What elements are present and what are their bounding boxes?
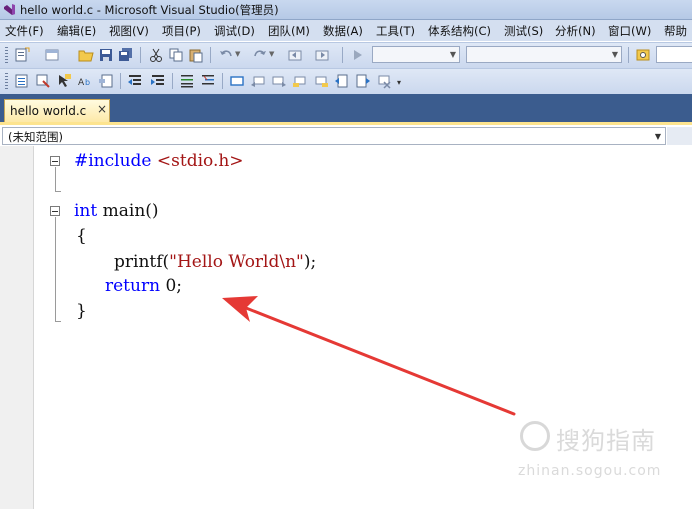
watermark-url: zhinan.sogou.com xyxy=(518,463,662,479)
sogou-watermark: 搜狗指南 zhinan.sogou.com xyxy=(514,419,684,489)
watermark-text: 搜狗指南 xyxy=(556,427,656,455)
sogou-logo-icon xyxy=(520,421,550,451)
arrow-shaft xyxy=(244,306,516,416)
